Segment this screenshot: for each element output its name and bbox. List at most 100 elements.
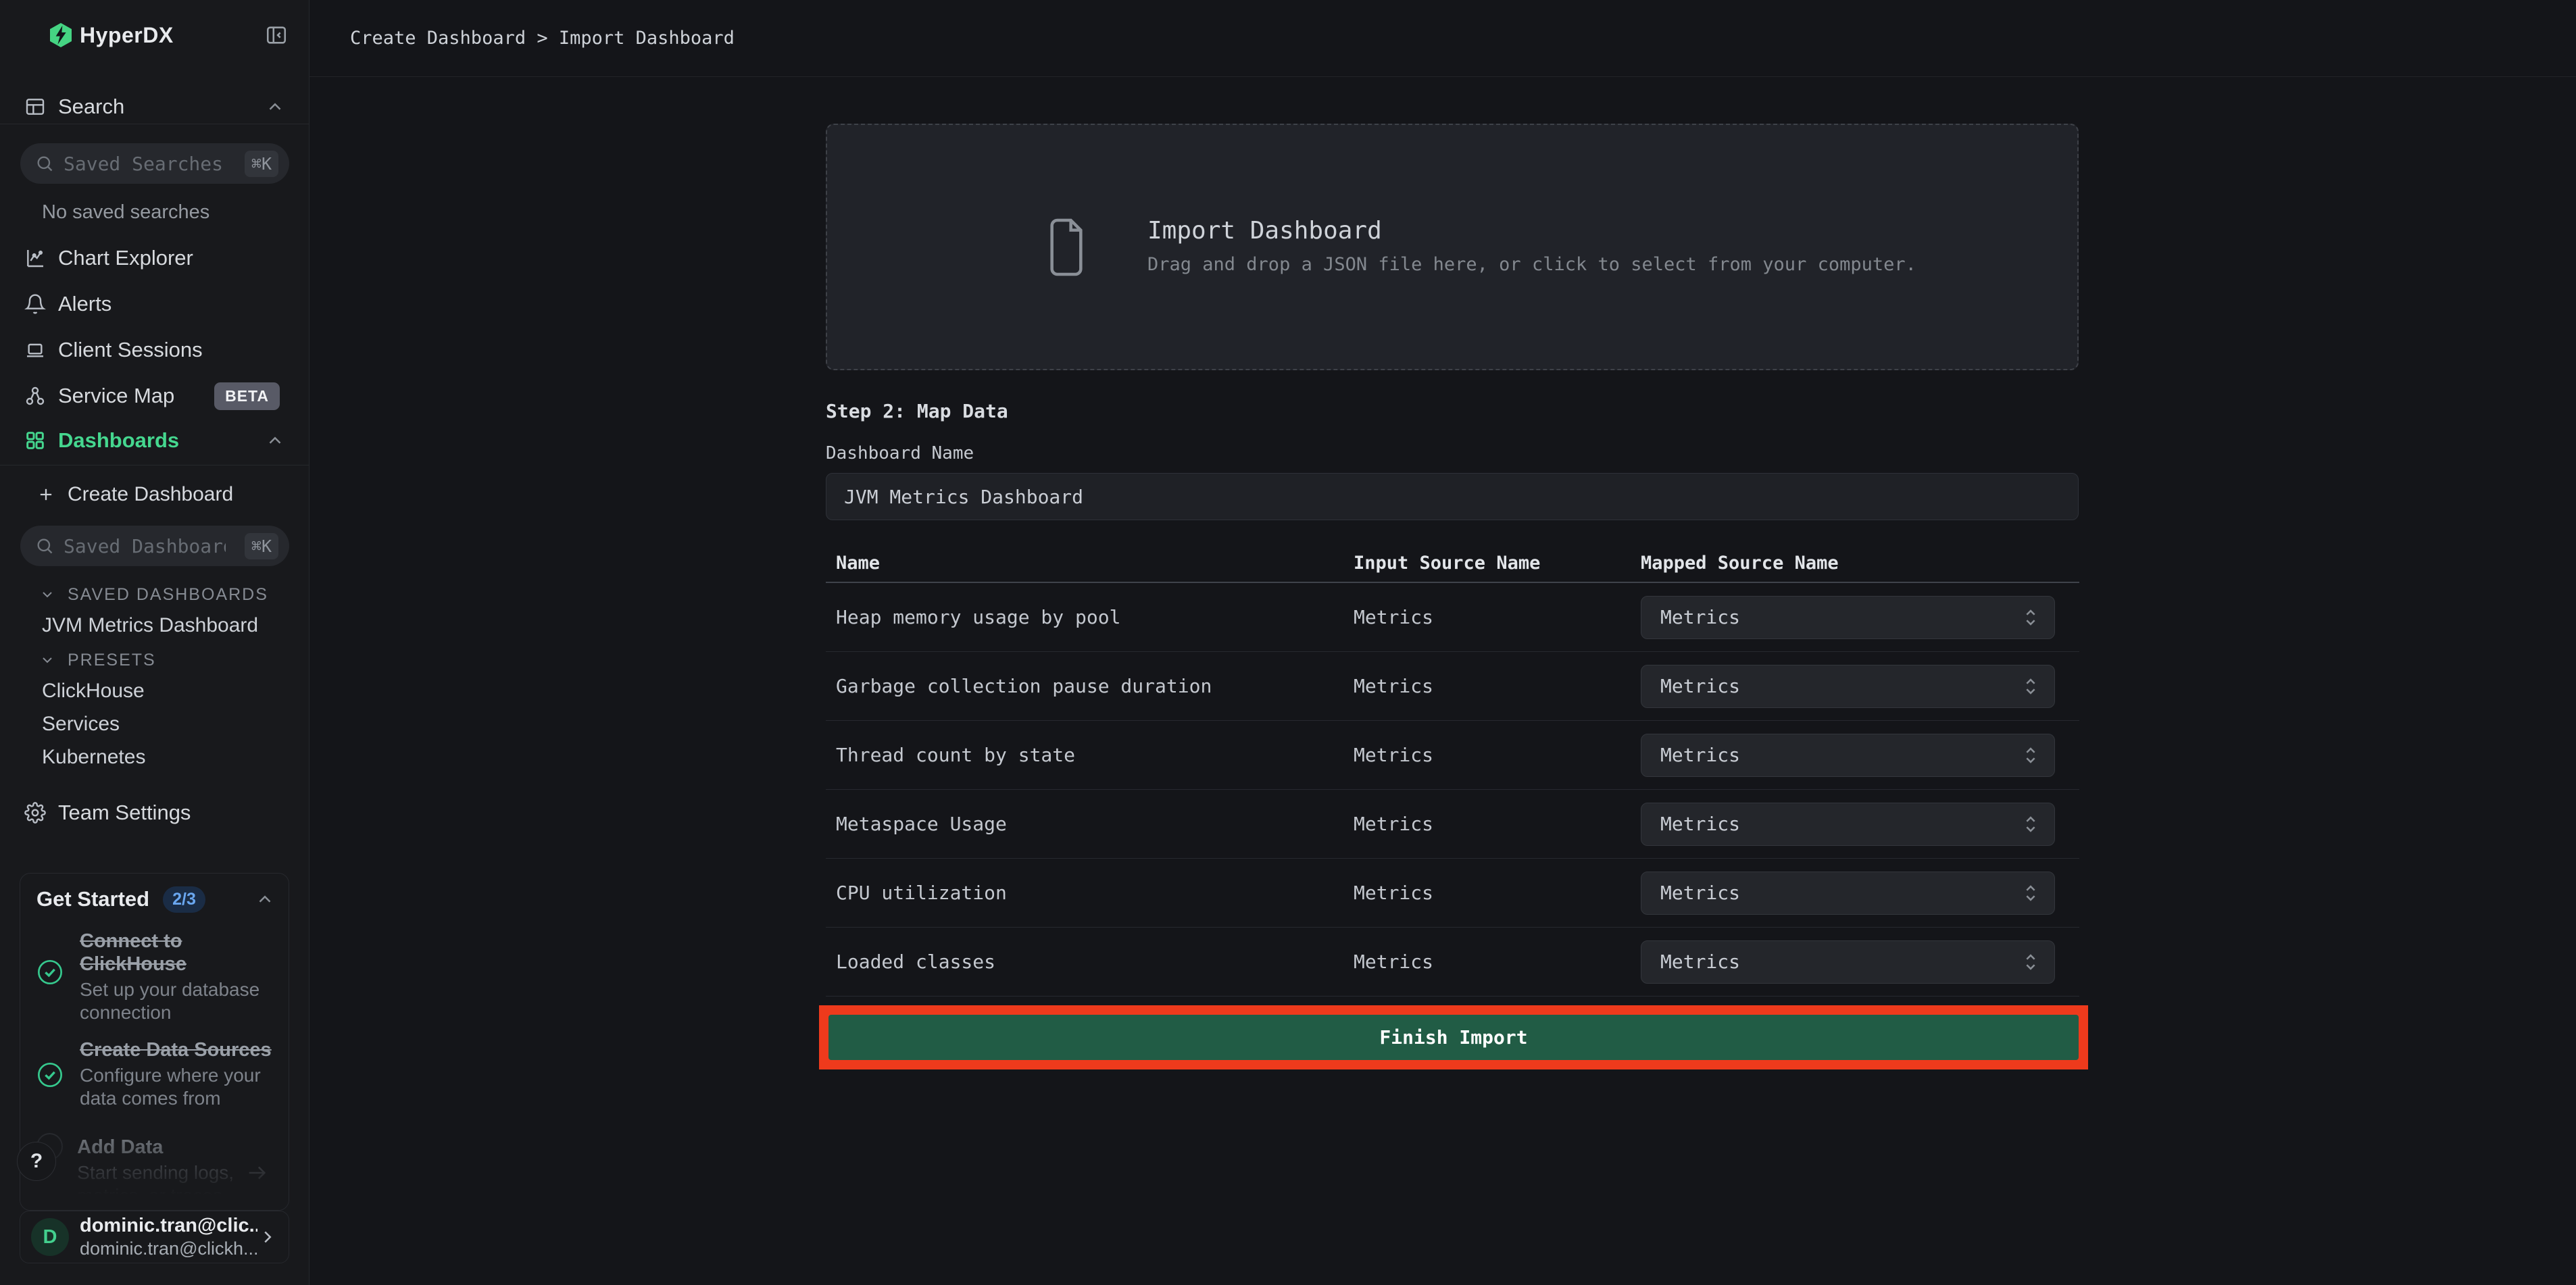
mapped-source-select[interactable]: Metrics [1641,872,2055,915]
shortcut-badge: ⌘K [245,533,278,559]
column-input-source: Input Source Name [1354,553,1641,574]
team-settings-label: Team Settings [58,801,191,825]
import-dropzone[interactable]: Import Dashboard Drag and drop a JSON fi… [826,124,2079,370]
row-name: Loaded classes [826,951,1354,973]
row-input-source: Metrics [1354,951,1641,973]
sidebar-item-label: Dashboards [58,428,179,453]
sidebar-item-label: Client Sessions [58,338,203,362]
row-input-source: Metrics [1354,744,1641,766]
chevron-up-icon[interactable] [265,430,285,451]
file-icon [1045,212,1088,282]
mapped-source-select[interactable]: Metrics [1641,803,2055,846]
column-name: Name [826,553,1354,574]
sidebar-item-search[interactable]: Search [0,88,309,126]
table-body: Heap memory usage by pool Metrics Metric… [826,583,2079,997]
sidebar: HyperDX Search ⌘K No saved sear [0,0,309,1285]
get-started-step-sources[interactable]: Create Data Sources Configure where your… [36,1038,275,1110]
click-highlight-annotation: Finish Import [819,1005,2088,1069]
mapping-table: Name Input Source Name Mapped Source Nam… [826,545,2079,997]
mapped-source-select[interactable]: Metrics [1641,596,2055,639]
sidebar-item-client-sessions[interactable]: Client Sessions [0,331,309,369]
collapse-sidebar-icon[interactable] [265,24,288,47]
app-window: HyperDX Search ⌘K No saved sear [0,0,2576,1285]
create-dashboard-button[interactable]: Create Dashboard [0,477,309,512]
user-name: dominic.tran@clic... [80,1215,257,1237]
row-name: CPU utilization [826,882,1354,904]
table-row: Metaspace Usage Metrics Metrics [826,790,2079,859]
sidebar-item-label: Service Map [58,384,174,408]
table-row: Garbage collection pause duration Metric… [826,652,2079,721]
saved-dashboards-input[interactable] [64,535,226,557]
preset-clickhouse[interactable]: ClickHouse [0,678,309,705]
sidebar-dashboard-jvm-metrics[interactable]: JVM Metrics Dashboard [0,612,309,639]
check-circle-icon [36,1061,64,1088]
import-dashboard-page: Import Dashboard Drag and drop a JSON fi… [826,0,2079,1285]
select-value: Metrics [1660,675,1740,697]
check-circle-icon [36,959,64,986]
row-input-source: Metrics [1354,606,1641,628]
breadcrumb[interactable]: Create Dashboard > Import Dashboard [350,28,735,49]
search-icon [35,154,54,173]
dropzone-subtitle: Drag and drop a JSON file here, or click… [1147,251,1916,278]
dashboard-name-field[interactable] [826,473,2079,520]
row-input-source: Metrics [1354,882,1641,904]
service-map-icon [24,385,46,407]
table-row: Heap memory usage by pool Metrics Metric… [826,583,2079,652]
sidebar-item-label: Search [58,95,124,119]
preset-kubernetes[interactable]: Kubernetes [0,744,309,771]
step-desc: Configure where your data comes from [80,1064,275,1110]
bell-icon [24,293,46,315]
sidebar-item-chart-explorer[interactable]: Chart Explorer [0,239,309,277]
select-chevrons-icon [2022,951,2039,974]
mapped-source-select[interactable]: Metrics [1641,665,2055,708]
beta-badge: BETA [214,382,280,410]
table-header: Name Input Source Name Mapped Source Nam… [826,545,2079,583]
finish-import-button[interactable]: Finish Import [828,1015,2079,1060]
avatar: D [31,1218,69,1256]
preset-services[interactable]: Services [0,711,309,738]
progress-badge: 2/3 [163,886,205,913]
select-value: Metrics [1660,744,1740,766]
search-section-icon [24,96,46,118]
select-chevrons-icon [2022,882,2039,905]
table-row: CPU utilization Metrics Metrics [826,859,2079,928]
no-saved-searches-text: No saved searches [42,201,209,224]
select-value: Metrics [1660,813,1740,835]
section-presets[interactable]: PRESETS [0,648,309,672]
saved-searches-input[interactable] [64,153,226,175]
chevron-right-icon [257,1227,278,1247]
get-started-panel: Get Started 2/3 Connect to ClickHouse Se… [20,873,289,1211]
chevron-up-icon[interactable] [255,889,275,909]
step-desc: Set up your database connection [80,978,275,1024]
select-chevrons-icon [2022,813,2039,836]
sidebar-item-alerts[interactable]: Alerts [0,285,309,323]
help-button[interactable]: ? [17,1142,56,1181]
row-name: Metaspace Usage [826,813,1354,835]
get-started-title: Get Started [36,887,149,911]
get-started-step-connect[interactable]: Connect to ClickHouse Set up your databa… [36,930,275,1024]
user-menu[interactable]: D dominic.tran@clic... dominic.tran@clic… [20,1211,289,1263]
section-label: SAVED DASHBOARDS [68,585,268,605]
get-started-header[interactable]: Get Started 2/3 [36,883,275,915]
chevron-up-icon[interactable] [265,97,285,117]
saved-searches-search[interactable]: ⌘K [20,143,289,184]
saved-dashboards-search[interactable]: ⌘K [20,526,289,566]
logo-row: HyperDX [0,14,309,57]
mapped-source-select[interactable]: Metrics [1641,940,2055,984]
dashboard-name-input[interactable] [826,486,2078,508]
dashboard-name-label: Dashboard Name [826,443,974,463]
mapped-source-select[interactable]: Metrics [1641,734,2055,777]
section-saved-dashboards[interactable]: SAVED DASHBOARDS [0,582,309,607]
create-dashboard-label: Create Dashboard [68,483,233,506]
arrow-right-icon [245,1161,268,1184]
select-value: Metrics [1660,882,1740,904]
sidebar-item-dashboards[interactable]: Dashboards [0,422,309,459]
row-input-source: Metrics [1354,675,1641,697]
sidebar-item-label: Alerts [58,292,112,316]
get-started-step-add-data[interactable]: Add Data Start sending logs, metrics, or… [36,1136,275,1207]
sidebar-item-service-map[interactable]: Service Map BETA [0,377,309,415]
row-input-source: Metrics [1354,813,1641,835]
sidebar-item-team-settings[interactable]: Team Settings [0,794,309,832]
gear-icon [24,802,46,824]
user-email: dominic.tran@clickh... [80,1238,257,1259]
